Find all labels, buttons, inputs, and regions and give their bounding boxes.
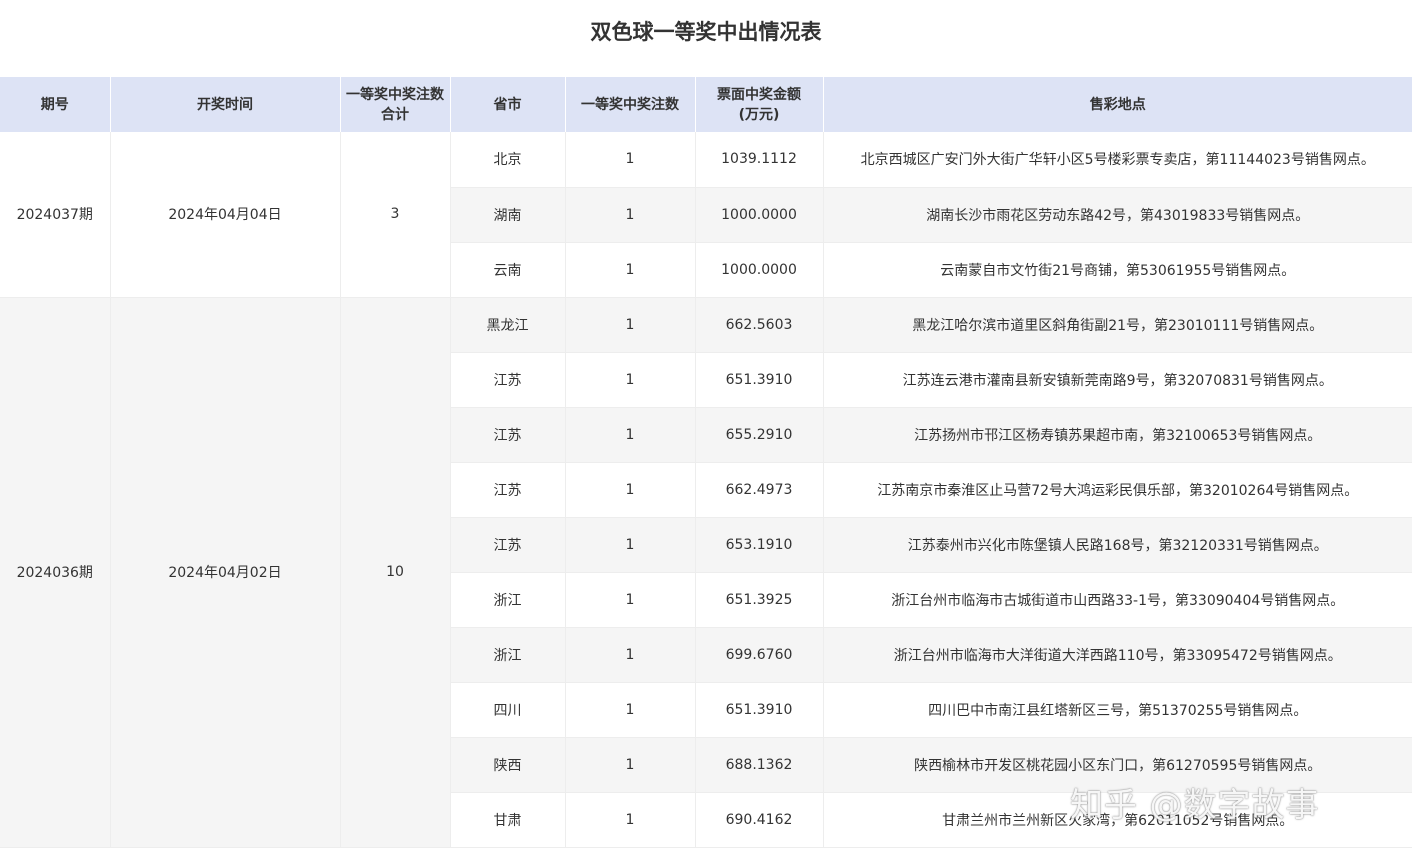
count-cell: 1	[565, 462, 696, 518]
table-row: 2024036期 2024年04月02日 10 黑龙江 1 662.5603 黑…	[0, 297, 1412, 848]
count-cell: 1	[565, 572, 696, 628]
location-cell: 四川巴中市南江县红塔新区三号，第51370255号销售网点。	[823, 682, 1412, 738]
province-cell: 江苏	[450, 462, 566, 518]
amount-cell: 651.3925	[695, 572, 824, 628]
province-cell: 北京	[450, 132, 566, 188]
count-cell: 1	[565, 792, 696, 848]
amount-cell: 688.1362	[695, 737, 824, 793]
count-cell: 1	[565, 242, 696, 298]
issue-cell: 2024037期	[0, 132, 111, 298]
column-header-draw-date: 开奖时间	[110, 77, 341, 132]
province-cell: 浙江	[450, 572, 566, 628]
column-header-total-count: 一等奖中奖注数 合计	[340, 77, 451, 132]
amount-cell: 690.4162	[695, 792, 824, 848]
column-header-count: 一等奖中奖注数	[565, 77, 696, 132]
lottery-winners-table: 期号 开奖时间 一等奖中奖注数 合计 省市 一等奖中奖注数 票面中奖金额 (万元…	[0, 77, 1412, 848]
count-cell: 1	[565, 132, 696, 188]
count-cell: 1	[565, 737, 696, 793]
amount-cell: 651.3910	[695, 352, 824, 408]
location-cell: 江苏扬州市邗江区杨寿镇苏果超市南，第32100653号销售网点。	[823, 407, 1412, 463]
amount-cell: 1039.1112	[695, 132, 824, 188]
draw-date-cell: 2024年04月02日	[110, 297, 341, 848]
province-cell: 四川	[450, 682, 566, 738]
amount-cell: 653.1910	[695, 517, 824, 573]
issue-cell: 2024036期	[0, 297, 111, 848]
count-cell: 1	[565, 407, 696, 463]
location-cell: 北京西城区广安门外大街广华轩小区5号楼彩票专卖店，第11144023号销售网点。	[823, 132, 1412, 188]
column-header-province: 省市	[450, 77, 566, 132]
total-count-cell: 3	[340, 132, 451, 298]
amount-cell: 662.4973	[695, 462, 824, 518]
amount-cell: 655.2910	[695, 407, 824, 463]
location-cell: 云南蒙自市文竹街21号商铺，第53061955号销售网点。	[823, 242, 1412, 298]
province-cell: 江苏	[450, 407, 566, 463]
province-cell: 甘肃	[450, 792, 566, 848]
amount-cell: 651.3910	[695, 682, 824, 738]
count-cell: 1	[565, 517, 696, 573]
column-header-amount-line2: (万元)	[738, 106, 780, 123]
location-cell: 甘肃兰州市兰州新区火家湾，第62011052号销售网点。	[823, 792, 1412, 848]
province-cell: 陕西	[450, 737, 566, 793]
count-cell: 1	[565, 627, 696, 683]
amount-cell: 662.5603	[695, 297, 824, 353]
location-cell: 陕西榆林市开发区桃花园小区东门口，第61270595号销售网点。	[823, 737, 1412, 793]
count-cell: 1	[565, 297, 696, 353]
column-header-issue: 期号	[0, 77, 111, 132]
column-header-total-count-line2: 合计	[381, 106, 409, 123]
table-row: 2024037期 2024年04月04日 3 北京 1 1039.1112 北京…	[0, 132, 1412, 298]
location-cell: 江苏南京市秦淮区止马营72号大鸿运彩民俱乐部，第32010264号销售网点。	[823, 462, 1412, 518]
location-cell: 湖南长沙市雨花区劳动东路42号，第43019833号销售网点。	[823, 187, 1412, 243]
province-cell: 浙江	[450, 627, 566, 683]
table-header-row: 期号 开奖时间 一等奖中奖注数 合计 省市 一等奖中奖注数 票面中奖金额 (万元…	[0, 77, 1412, 132]
column-header-amount: 票面中奖金额 (万元)	[695, 77, 824, 132]
column-header-total-count-line1: 一等奖中奖注数	[346, 86, 444, 103]
province-cell: 湖南	[450, 187, 566, 243]
amount-cell: 699.6760	[695, 627, 824, 683]
province-cell: 江苏	[450, 352, 566, 408]
column-header-location: 售彩地点	[823, 77, 1412, 132]
page-title: 双色球一等奖中出情况表	[590, 20, 822, 44]
location-cell: 浙江台州市临海市大洋街道大洋西路110号，第33095472号销售网点。	[823, 627, 1412, 683]
amount-cell: 1000.0000	[695, 187, 824, 243]
location-cell: 黑龙江哈尔滨市道里区斜角街副21号，第23010111号销售网点。	[823, 297, 1412, 353]
count-cell: 1	[565, 682, 696, 738]
location-cell: 江苏泰州市兴化市陈堡镇人民路168号，第32120331号销售网点。	[823, 517, 1412, 573]
draw-date-cell: 2024年04月04日	[110, 132, 341, 298]
location-cell: 江苏连云港市灌南县新安镇新莞南路9号，第32070831号销售网点。	[823, 352, 1412, 408]
province-cell: 江苏	[450, 517, 566, 573]
location-cell: 浙江台州市临海市古城街道市山西路33-1号，第33090404号销售网点。	[823, 572, 1412, 628]
province-cell: 云南	[450, 242, 566, 298]
province-cell: 黑龙江	[450, 297, 566, 353]
amount-cell: 1000.0000	[695, 242, 824, 298]
column-header-amount-line1: 票面中奖金额	[717, 86, 801, 103]
count-cell: 1	[565, 187, 696, 243]
count-cell: 1	[565, 352, 696, 408]
total-count-cell: 10	[340, 297, 451, 848]
